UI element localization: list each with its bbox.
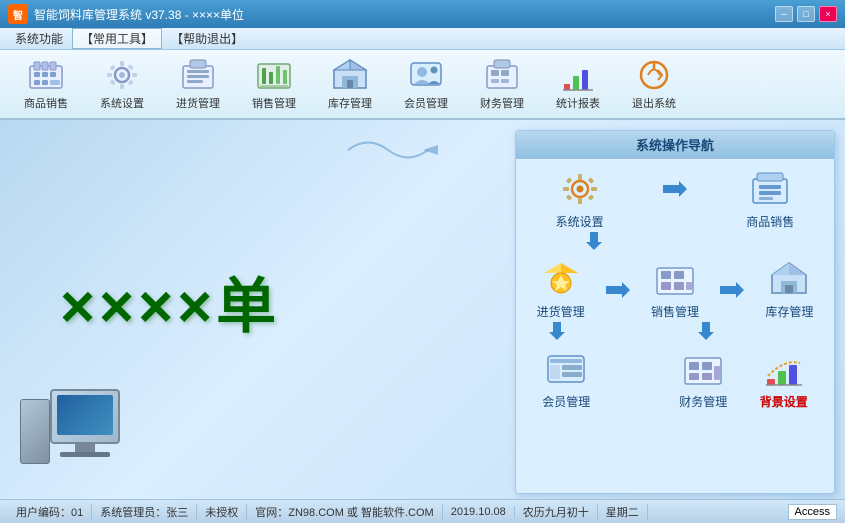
nav-stock-in-label: 进货管理 <box>537 303 585 320</box>
toolbar-stock-in-label: 进货管理 <box>176 95 220 111</box>
status-auth: 未授权 <box>197 504 247 520</box>
nav-sys-setting-label: 系统设置 <box>556 213 604 230</box>
stock-in-icon <box>178 57 218 93</box>
nav-stock-in-icon <box>538 259 584 299</box>
down-arrow-1 <box>586 232 602 253</box>
menu-help-exit[interactable]: 【帮助退出】 <box>162 28 252 49</box>
nav-sale-mgmt[interactable]: 销售管理 <box>651 259 699 320</box>
nav-stock-in[interactable]: 进货管理 <box>537 259 585 320</box>
nav-panel: 系统操作导航 <box>515 130 835 494</box>
nav-bg-settings-wrapper: 背景设置 <box>760 349 808 410</box>
toolbar-member[interactable]: 会员管理 <box>390 54 462 114</box>
nav-goods-sale-icon <box>747 169 793 209</box>
nav-sys-setting-icon <box>557 169 603 209</box>
status-access: Access <box>788 504 837 520</box>
arrow-right-2 <box>606 282 630 298</box>
nav-panel-title: 系统操作导航 <box>516 131 834 159</box>
toolbar: 商品销售 系统设置 <box>0 50 845 120</box>
nav-goods-sale-label: 商品销售 <box>746 213 794 230</box>
nav-sale-mgmt-icon <box>652 259 698 299</box>
maximize-button[interactable]: □ <box>797 6 815 22</box>
spacer-2 <box>610 322 652 343</box>
report-icon <box>558 57 598 93</box>
down-arrow-3 <box>698 322 714 343</box>
status-official: 官网：ZN98.COM 或 智能软件.COM <box>247 504 442 520</box>
toolbar-goods-sale-label: 商品销售 <box>24 95 68 111</box>
nav-finance-label: 财务管理 <box>679 393 727 410</box>
window-controls: ─ □ × <box>775 6 837 22</box>
nav-goods-sale[interactable]: 商品销售 <box>746 169 794 230</box>
finance-icon <box>482 57 522 93</box>
close-button[interactable]: × <box>819 6 837 22</box>
title-bar: 智 智能饲料库管理系统 v37.38 - ××××单位 ─ □ × <box>0 0 845 28</box>
computer-monitor <box>50 389 120 444</box>
toolbar-stock-in[interactable]: 进货管理 <box>162 54 234 114</box>
toolbar-goods-sale[interactable]: 商品销售 <box>10 54 82 114</box>
status-lunar: 农历九月初十 <box>515 504 598 520</box>
toolbar-member-label: 会员管理 <box>404 95 448 111</box>
main-left-area: ××××单 <box>0 120 515 499</box>
nav-bg-settings-label: 背景设置 <box>760 393 808 410</box>
nav-bg-settings-icon <box>761 349 807 389</box>
menu-bar: 系统功能 【常用工具】 【帮助退出】 <box>0 28 845 50</box>
nav-finance[interactable]: 财务管理 <box>679 349 727 410</box>
toolbar-sale-mgmt-label: 销售管理 <box>252 95 296 111</box>
toolbar-exit-label: 退出系统 <box>632 95 676 111</box>
nav-inventory-icon <box>766 259 812 299</box>
goods-sale-icon <box>26 57 66 93</box>
toolbar-report[interactable]: 统计报表 <box>542 54 614 114</box>
sale-mgmt-icon <box>254 57 294 93</box>
exit-icon <box>634 57 674 93</box>
toolbar-exit[interactable]: 退出系统 <box>618 54 690 114</box>
company-name-display: ××××单 <box>60 257 280 344</box>
app-logo: 智 <box>8 4 28 24</box>
toolbar-inventory[interactable]: 库存管理 <box>314 54 386 114</box>
monitor-screen <box>57 395 113 435</box>
nav-bg-settings[interactable]: 背景设置 <box>760 349 808 410</box>
window-title: 智能饲料库管理系统 v37.38 - ××××单位 <box>34 6 775 23</box>
minimize-button[interactable]: ─ <box>775 6 793 22</box>
toolbar-sys-setting[interactable]: 系统设置 <box>86 54 158 114</box>
nav-sys-setting[interactable]: 系统设置 <box>556 169 604 230</box>
menu-system-functions[interactable]: 系统功能 <box>6 28 72 49</box>
menu-common-tools[interactable]: 【常用工具】 <box>72 28 162 49</box>
arrow-right-1 <box>663 181 687 197</box>
toolbar-inventory-label: 库存管理 <box>328 95 372 111</box>
nav-member[interactable]: 会员管理 <box>542 349 590 410</box>
status-date: 2019.10.08 <box>443 506 515 518</box>
toolbar-finance[interactable]: 财务管理 <box>466 54 538 114</box>
spacer-1 <box>722 232 764 253</box>
computer-illustration <box>20 389 130 479</box>
arrow-right-3 <box>720 282 744 298</box>
status-user-code: 用户编码：01 <box>8 504 92 520</box>
toolbar-sys-setting-label: 系统设置 <box>100 95 144 111</box>
nav-member-icon <box>543 349 589 389</box>
toolbar-sale-mgmt[interactable]: 销售管理 <box>238 54 310 114</box>
toolbar-report-label: 统计报表 <box>556 95 600 111</box>
inventory-icon <box>330 57 370 93</box>
nav-sale-mgmt-label: 销售管理 <box>651 303 699 320</box>
down-arrow-2 <box>549 322 565 343</box>
status-user-name: 系统管理员：张三 <box>92 504 197 520</box>
toolbar-finance-label: 财务管理 <box>480 95 524 111</box>
status-bar: 用户编码：01 系统管理员：张三 未授权 官网：ZN98.COM 或 智能软件.… <box>0 499 845 523</box>
spacer-3 <box>759 322 801 343</box>
nav-member-label: 会员管理 <box>542 393 590 410</box>
nav-inventory[interactable]: 库存管理 <box>765 259 813 320</box>
nav-finance-icon <box>680 349 726 389</box>
member-icon <box>406 57 446 93</box>
computer-tower <box>20 399 50 464</box>
monitor-base <box>60 452 110 457</box>
monitor-stand <box>75 444 95 452</box>
sys-setting-icon <box>102 57 142 93</box>
main-content: ××××单 系统操作导航 <box>0 120 845 499</box>
status-weekday: 星期二 <box>598 504 648 520</box>
nav-inventory-label: 库存管理 <box>765 303 813 320</box>
